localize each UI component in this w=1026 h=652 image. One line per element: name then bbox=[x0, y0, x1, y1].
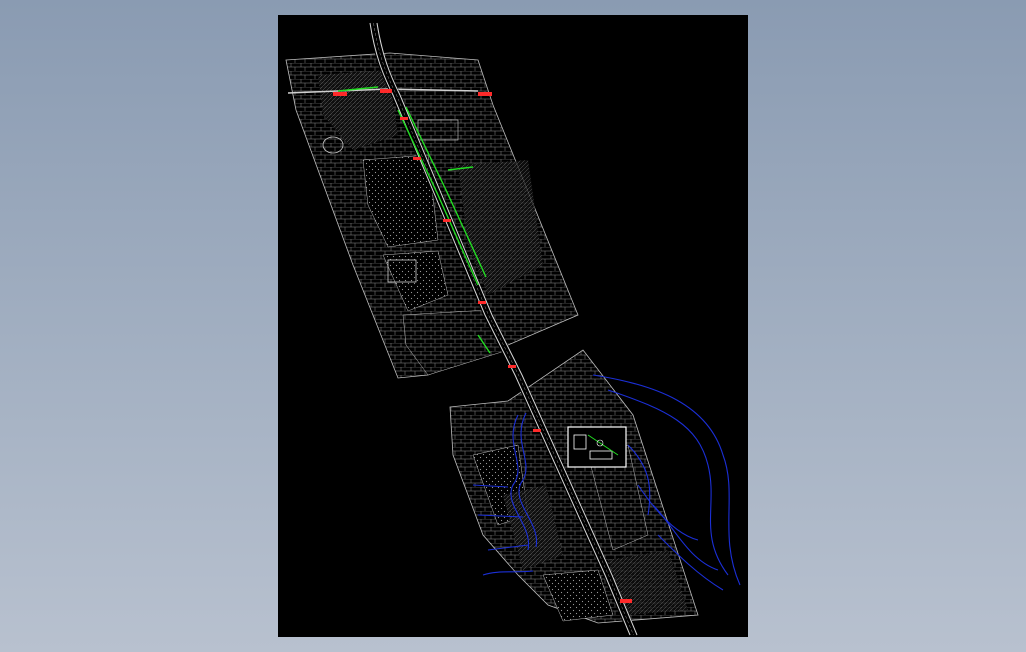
southern-map-section bbox=[449, 349, 699, 624]
station-marker bbox=[533, 429, 541, 432]
station-marker bbox=[508, 365, 516, 368]
site-plan-drawing bbox=[285, 22, 741, 637]
station-marker bbox=[400, 117, 408, 120]
cad-viewport[interactable] bbox=[0, 0, 1026, 652]
station-marker bbox=[333, 92, 347, 96]
station-marker bbox=[620, 599, 632, 603]
station-marker bbox=[380, 89, 392, 93]
station-marker bbox=[413, 157, 421, 160]
station-marker bbox=[478, 301, 486, 304]
northern-map-section bbox=[285, 52, 579, 379]
station-marker bbox=[443, 219, 451, 222]
detail-inset[interactable] bbox=[567, 426, 627, 468]
station-marker bbox=[478, 92, 492, 96]
drawing-sheet bbox=[278, 15, 748, 637]
